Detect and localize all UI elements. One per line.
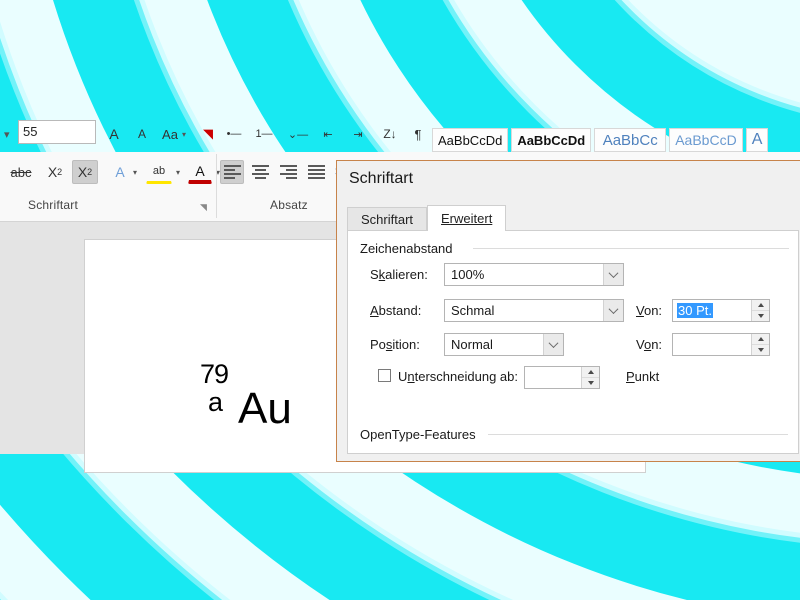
decrease-indent-button[interactable]: ⇤ [316, 122, 340, 146]
kerning-spin-buttons[interactable] [581, 367, 599, 388]
section-title-zeichenabstand: Zeichenabstand [360, 241, 459, 256]
ribbon-row-top: ▾ 55 A A Aa ▾ ◥ •— 1— ⌄— ⇤ ⇥ Z↓ ¶ AaBbCc… [0, 120, 800, 152]
section-rule-1 [473, 248, 789, 249]
position-by-value[interactable] [673, 334, 751, 355]
dialog-title: Schriftart [349, 170, 414, 187]
align-right-icon [279, 165, 297, 179]
section-rule-2 [488, 434, 788, 435]
font-size-input[interactable]: 55 [18, 120, 96, 144]
position-by-spinner[interactable] [672, 333, 770, 356]
change-case-button[interactable]: Aa [158, 122, 182, 146]
spacing-by-spinner[interactable]: 30 Pt. [672, 299, 770, 322]
align-center-button[interactable] [248, 160, 272, 184]
position-by-decrement-icon[interactable] [752, 345, 769, 355]
align-center-icon [251, 165, 269, 179]
text-highlight-button[interactable]: ab [146, 160, 172, 184]
multilevel-list-button[interactable]: ⌄— [286, 122, 310, 146]
label-spacing-by: Von: [636, 303, 663, 318]
align-right-button[interactable] [276, 160, 300, 184]
font-color-button[interactable]: A [188, 160, 212, 184]
kerning-checkbox[interactable] [378, 369, 391, 382]
kerning-decrement-icon[interactable] [582, 378, 599, 388]
spacing-by-increment-icon[interactable] [752, 300, 769, 311]
spacing-by-spin-buttons[interactable] [751, 300, 769, 321]
tab-erweitert[interactable]: Erweitert [427, 205, 507, 231]
style-chip-no-spacing[interactable]: AaBbCcDd [511, 128, 592, 152]
style-chip-title[interactable]: A [745, 128, 769, 152]
style-chip-heading-2[interactable]: AaBbCcD [669, 128, 743, 152]
show-formatting-marks-button[interactable]: ¶ [406, 122, 430, 146]
align-left-icon [223, 165, 241, 179]
scale-combobox[interactable]: 100% [444, 263, 624, 286]
isotope-notation: 79 a [200, 361, 238, 423]
superscript-button[interactable]: X2 [72, 160, 98, 184]
scale-value: 100% [451, 267, 485, 282]
clear-formatting-button[interactable]: ◥ [196, 122, 220, 146]
kerning-spinner[interactable] [524, 366, 600, 389]
position-by-increment-icon[interactable] [752, 334, 769, 345]
align-left-button[interactable] [220, 160, 244, 184]
dialog-titlebar: Schriftart [337, 161, 800, 199]
dialog-body: Zeichenabstand Skalieren: 100% Abstand: … [347, 230, 799, 454]
text-effects-chevron-down-icon[interactable]: ▾ [133, 168, 137, 177]
label-skalieren: Skalieren: [370, 267, 428, 282]
font-name-overflow-icon: ▾ [4, 129, 10, 141]
spacing-combobox[interactable]: Schmal [444, 299, 624, 322]
spacing-value: Schmal [451, 303, 495, 318]
text-highlight-chevron-down-icon[interactable]: ▾ [176, 168, 180, 177]
kerning-value[interactable] [525, 367, 581, 388]
dialog-tabstrip: Schriftart Erweitert [347, 205, 507, 231]
style-chip-normal[interactable]: AaBbCcDd [432, 128, 509, 152]
position-value: Normal [451, 337, 493, 352]
text-effects-button[interactable]: A [108, 160, 132, 184]
kerning-increment-icon[interactable] [582, 367, 599, 378]
element-symbol: Au [238, 384, 292, 433]
strikethrough-button[interactable]: abc [6, 160, 36, 184]
numbered-list-button[interactable]: 1— [252, 122, 276, 146]
align-justify-button[interactable] [304, 160, 328, 184]
position-by-spin-buttons[interactable] [751, 334, 769, 355]
section-title-opentype: OpenType-Features [360, 427, 482, 442]
schriftart-dialog-launcher-icon[interactable]: ◥ [200, 202, 207, 213]
style-gallery: AaBbCcDd AaBbCcDd AaBbCc AaBbCcD A [432, 124, 771, 152]
grow-font-button[interactable]: A [102, 122, 126, 146]
change-case-chevron-down-icon[interactable]: ▾ [182, 130, 186, 139]
style-chip-heading-1[interactable]: AaBbCc [594, 128, 667, 152]
group-divider-1 [216, 154, 217, 218]
group-label-absatz: Absatz [270, 198, 308, 212]
label-position: Position: [370, 337, 420, 352]
label-abstand: Abstand: [370, 303, 422, 318]
subscript-button[interactable]: X2 [42, 160, 68, 184]
sort-button[interactable]: Z↓ [378, 122, 402, 146]
spacing-by-decrement-icon[interactable] [752, 311, 769, 321]
spacing-by-value: 30 Pt. [677, 303, 713, 318]
increase-indent-button[interactable]: ⇥ [346, 122, 370, 146]
superscript-mass-number: 79 [200, 359, 229, 389]
subscript-label: a [208, 387, 224, 417]
font-dialog: Schriftart Schriftart Erweitert Zeichena… [336, 160, 800, 462]
position-combobox[interactable]: Normal [444, 333, 564, 356]
label-punkt: Punkt [626, 369, 660, 384]
tab-schriftart[interactable]: Schriftart [347, 207, 428, 231]
spacing-by-value-wrap[interactable]: 30 Pt. [673, 300, 751, 321]
document-text: 79 a Au [200, 361, 292, 433]
group-label-schriftart: Schriftart [28, 198, 79, 212]
spacing-chevron-down-icon[interactable] [603, 300, 623, 321]
bullet-list-button[interactable]: •— [222, 122, 246, 146]
label-unterschneidung: Unterschneidung ab: [398, 369, 518, 384]
label-position-by: Von: [636, 337, 663, 352]
shrink-font-button[interactable]: A [130, 122, 154, 146]
scale-chevron-down-icon[interactable] [603, 264, 623, 285]
align-justify-icon [307, 165, 325, 179]
position-chevron-down-icon[interactable] [543, 334, 563, 355]
